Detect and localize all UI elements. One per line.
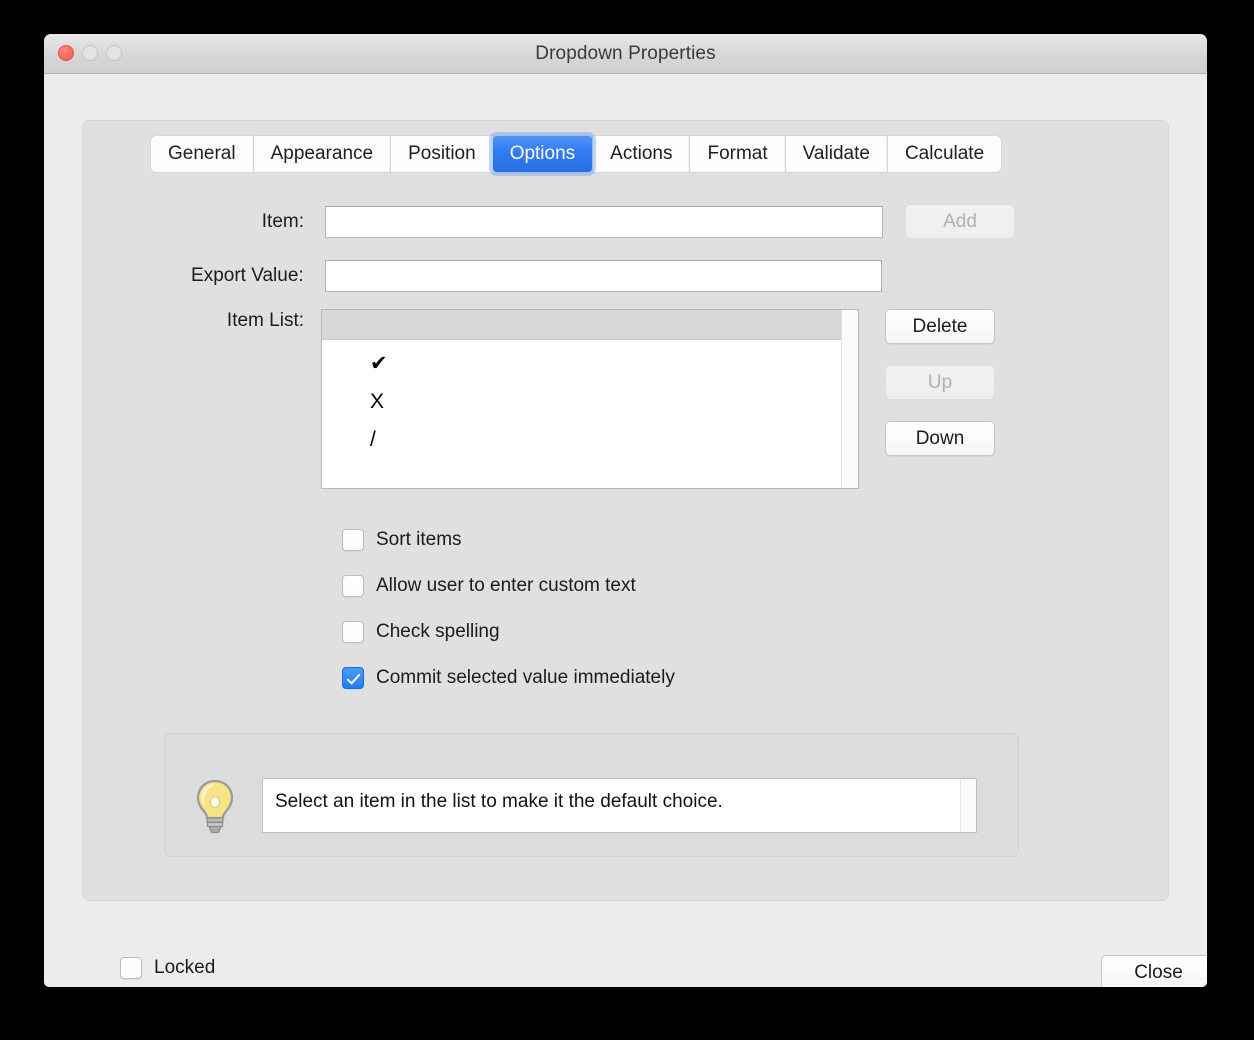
tab-bar: General Appearance Position Options Acti… [151, 136, 1002, 172]
commit-value-label: Commit selected value immediately [376, 667, 675, 688]
locked-row[interactable]: Locked [120, 957, 215, 979]
hint-text: Select an item in the list to make it th… [275, 791, 723, 812]
sort-items-checkbox[interactable] [342, 529, 364, 551]
check-spelling-label: Check spelling [376, 621, 500, 642]
move-down-button[interactable]: Down [885, 421, 995, 456]
list-item[interactable]: X [322, 383, 858, 421]
tab-appearance[interactable]: Appearance [252, 136, 391, 172]
sort-items-row[interactable]: Sort items [342, 529, 462, 551]
allow-custom-text-checkbox[interactable] [342, 575, 364, 597]
commit-value-checkbox[interactable] [342, 667, 364, 689]
check-spelling-row[interactable]: Check spelling [342, 621, 500, 643]
export-value-row: Export Value: [44, 260, 882, 292]
item-list-scrollbar[interactable] [841, 310, 858, 488]
item-input[interactable] [325, 206, 883, 238]
item-row: Item: [162, 206, 883, 238]
lightbulb-icon [196, 779, 234, 834]
commit-value-row[interactable]: Commit selected value immediately [342, 667, 675, 689]
check-spelling-checkbox[interactable] [342, 621, 364, 643]
add-button[interactable]: Add [905, 204, 1015, 239]
hint-text-field: Select an item in the list to make it th… [262, 778, 977, 833]
export-value-label: Export Value: [191, 265, 304, 286]
move-up-button[interactable]: Up [885, 365, 995, 400]
item-list-box[interactable]: ✔ X / [321, 309, 859, 489]
tab-options[interactable]: Options [492, 136, 593, 172]
locked-checkbox[interactable] [120, 957, 142, 979]
allow-custom-text-label: Allow user to enter custom text [376, 575, 636, 596]
sort-items-label: Sort items [376, 529, 462, 550]
item-list-label: Item List: [226, 310, 304, 331]
export-value-input[interactable] [324, 260, 882, 292]
tab-validate[interactable]: Validate [784, 136, 887, 172]
tab-format[interactable]: Format [689, 136, 785, 172]
allow-custom-text-row[interactable]: Allow user to enter custom text [342, 575, 636, 597]
list-item[interactable]: ✔ [322, 345, 858, 383]
window-titlebar: Dropdown Properties [44, 34, 1207, 74]
hint-panel: Select an item in the list to make it th… [164, 733, 1019, 857]
hint-scrollbar[interactable] [960, 779, 976, 832]
dropdown-properties-window: Dropdown Properties General Appearance P… [44, 34, 1207, 987]
tab-position[interactable]: Position [390, 136, 493, 172]
list-item[interactable]: / [322, 421, 858, 459]
item-list-header [322, 310, 858, 340]
tab-actions[interactable]: Actions [592, 136, 690, 172]
window-title: Dropdown Properties [535, 43, 716, 64]
item-list-body: ✔ X / [322, 340, 858, 488]
item-label: Item: [261, 211, 304, 232]
delete-button[interactable]: Delete [885, 309, 995, 344]
locked-label: Locked [154, 957, 216, 978]
close-button[interactable]: Close [1101, 955, 1207, 987]
tab-calculate[interactable]: Calculate [886, 136, 1002, 172]
tab-general[interactable]: General [151, 136, 253, 172]
